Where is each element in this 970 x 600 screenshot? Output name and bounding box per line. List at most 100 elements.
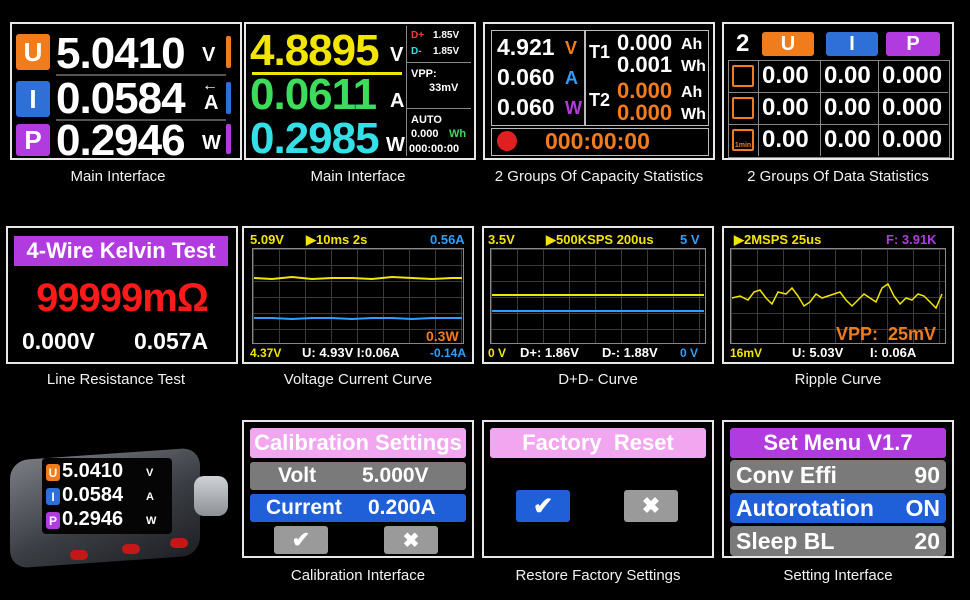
caption-settings: Setting Interface <box>783 567 893 584</box>
current-value: 0.0611 <box>250 70 377 119</box>
power-value: 0.2946 <box>56 116 186 160</box>
r1-i: 0.00 <box>824 94 871 121</box>
main-interface-screen: U 5.0410 V I 0.0584 ← A P 0.2946 W <box>10 22 242 160</box>
grid-line <box>820 60 821 156</box>
current-value: 0.200A <box>368 496 436 519</box>
power-unit: W <box>565 98 582 118</box>
p-header-box: P <box>886 32 940 56</box>
device-p-unit: W <box>146 515 157 527</box>
top-left-label: 5.09V <box>250 232 284 247</box>
voltage-readout: U: 5.03V <box>792 345 844 360</box>
dplus-dminus-curve-screen: 3.5V ▶500KSPS 200us 5 V 0 V D+: 1.86V D-… <box>482 226 714 364</box>
device-photo: U 5.0410 V I 0.0584 A P 0.2946 W <box>4 447 232 574</box>
i-label-box: I <box>16 81 50 117</box>
ripple-curve-screen: ▶2MSPS 25us F: 3.91K VPP: 25mV 16mV U: 5… <box>722 226 954 364</box>
device-u-box: U <box>46 464 60 481</box>
voltage-unit: V <box>565 38 578 58</box>
r0-p: 0.000 <box>882 62 943 89</box>
bottom-left-label: 0 V <box>488 346 507 360</box>
volt-label: Volt <box>278 464 317 487</box>
current-row[interactable]: Current 0.200A <box>250 494 466 522</box>
caption-main-interface-1: Main Interface <box>70 168 166 185</box>
caption-vcurve: Voltage Current Curve <box>283 371 433 388</box>
dminus-value: 1.85V <box>433 46 460 57</box>
power-label: 0.3W <box>426 328 459 344</box>
t1-ah-unit: Ah <box>681 36 703 53</box>
calibration-title: Calibration Settings <box>250 428 466 458</box>
t2-wh-value: 0.000 <box>617 100 673 125</box>
device-p-box: P <box>46 512 60 529</box>
timer-value: 000:00:00 <box>545 128 650 154</box>
menu-item-conv-effi[interactable]: Conv Effi 90 <box>730 460 946 490</box>
capacity-stats-screen: 4.921 V 0.060 A 0.060 W T1 0.000 Ah 0.00… <box>483 22 715 160</box>
factory-reset-screen: Factory Reset ✔ ✖ <box>482 420 714 558</box>
factory-reset-title: Factory Reset <box>490 428 706 458</box>
t1-wh-unit: Wh <box>681 58 706 75</box>
device-i-value: 0.0584 <box>62 484 124 506</box>
menu-item-sleep-bl[interactable]: Sleep BL 20 <box>730 526 946 556</box>
sample-rate-label: ▶2MSPS 25us <box>734 232 822 247</box>
kelvin-test-screen: 4-Wire Kelvin Test 99999mΩ 0.000V 0.057A <box>6 226 238 364</box>
current-unit: A <box>390 90 405 112</box>
confirm-button[interactable]: ✔ <box>516 490 570 522</box>
menu-item-value: 90 <box>914 461 940 488</box>
voltage-value: 4.8895 <box>250 26 380 75</box>
minute-icon: 1min <box>732 129 754 151</box>
current-readout: I: 0.06A <box>870 345 917 360</box>
voltage-value: 5.0410 <box>56 29 186 78</box>
max-icon <box>732 65 754 87</box>
power-unit: W <box>202 132 221 154</box>
calibration-screen: Calibration Settings Volt 5.000V Current… <box>242 420 474 558</box>
device-screen: U 5.0410 V I 0.0584 A P 0.2946 W <box>42 458 172 534</box>
voltage-unit: V <box>202 44 216 66</box>
volt-row[interactable]: Volt 5.000V <box>250 462 466 490</box>
u-header-box: U <box>762 32 814 56</box>
energy-value: 0.000 <box>411 128 439 140</box>
top-left-label: 3.5V <box>488 232 515 247</box>
menu-item-label: Autorotation <box>736 494 874 521</box>
grid-line <box>728 124 948 125</box>
i-header-box: I <box>826 32 878 56</box>
dplus-value: D+: 1.86V <box>520 345 579 360</box>
device-i-box: I <box>46 488 60 505</box>
cancel-button[interactable]: ✖ <box>384 526 438 554</box>
p-label-box: P <box>16 124 50 156</box>
device-button <box>70 550 88 560</box>
usb-c-connector <box>194 476 228 516</box>
vpp-value: 33mV <box>429 82 459 94</box>
data-stats-screen: 2 U I P 1min 0.00 0.00 0.000 0.00 0.00 0… <box>722 22 954 160</box>
current-label: Current <box>266 496 342 519</box>
menu-item-label: Conv Effi <box>736 461 837 488</box>
caption-kelvin: Line Resistance Test <box>46 371 186 388</box>
u-label-box: U <box>16 34 50 70</box>
group-number: 2 <box>736 30 750 57</box>
voltage-unit: V <box>390 44 404 66</box>
confirm-button[interactable]: ✔ <box>274 526 328 554</box>
dplus-value: 1.85V <box>433 30 460 41</box>
t1-label: T1 <box>589 42 611 62</box>
r2-p: 0.000 <box>882 126 943 153</box>
bottom-left-label: 4.37V <box>250 346 282 360</box>
device-p-value: 0.2946 <box>62 508 124 530</box>
t2-wh-unit: Wh <box>681 106 706 123</box>
caption-calibration: Calibration Interface <box>290 567 426 584</box>
caption-capacity-stats: 2 Groups Of Capacity Statistics <box>494 168 704 185</box>
kelvin-title: 4-Wire Kelvin Test <box>14 236 228 266</box>
device-u-value: 5.0410 <box>62 460 124 482</box>
cancel-button[interactable]: ✖ <box>624 490 678 522</box>
voltage-current-curve-screen: 5.09V ▶10ms 2s 0.56A 0.3W 4.37V U: 4.93V… <box>242 226 474 364</box>
power-unit: W <box>386 134 405 156</box>
grid-line <box>878 60 879 156</box>
side-divider <box>407 62 471 63</box>
caption-ripple: Ripple Curve <box>794 371 882 388</box>
menu-item-autorotation[interactable]: Autorotation ON <box>730 493 946 523</box>
check-icon: ✔ <box>532 492 554 520</box>
main-interface-color-screen: 4.8895 V 0.0611 A 0.2985 W D+ 1.85V D- 1… <box>244 22 476 160</box>
voltage-value: 4.921 <box>497 34 555 60</box>
caption-main-interface-2: Main Interface <box>310 168 406 185</box>
device-i-unit: A <box>146 491 154 503</box>
dminus-value: D-: 1.88V <box>602 345 658 360</box>
device-button <box>122 544 140 554</box>
power-value: 0.060 <box>497 94 555 120</box>
time-value: 000:00:00 <box>409 143 460 155</box>
